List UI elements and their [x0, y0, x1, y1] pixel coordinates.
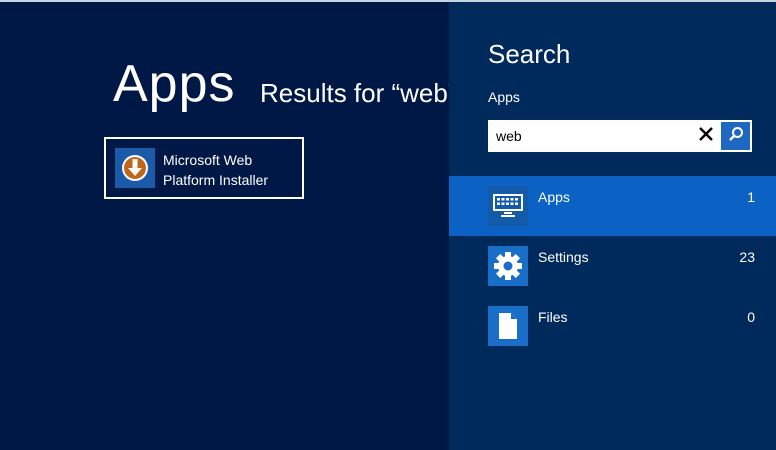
close-icon [698, 126, 714, 146]
category-count: 1 [747, 189, 755, 205]
results-subheading: Results for “web” [260, 78, 449, 108]
clear-search-button[interactable] [694, 124, 718, 148]
results-heading: Apps [113, 55, 236, 113]
search-box [488, 120, 752, 152]
category-label: Files [538, 309, 568, 325]
search-scope-label: Apps [488, 89, 520, 105]
category-label: Apps [538, 189, 570, 205]
category-label: Settings [538, 249, 589, 265]
search-pane-title: Search [488, 39, 571, 69]
search-button[interactable] [721, 122, 750, 150]
download-arrow-icon [115, 148, 155, 188]
category-count: 23 [739, 249, 755, 265]
results-view: Apps Results for “web” Microsoft Web Pla… [0, 2, 449, 450]
category-count: 0 [747, 309, 755, 325]
search-input[interactable] [496, 120, 696, 152]
category-files[interactable]: Files 0 [449, 296, 776, 356]
gear-icon [488, 246, 528, 286]
app-name-line2: Platform Installer [163, 172, 269, 188]
keyboard-icon [488, 186, 528, 226]
document-icon [488, 306, 528, 346]
app-result-web-platform-installer[interactable]: Microsoft Web Platform Installer [104, 137, 304, 199]
category-settings[interactable]: Settings 23 [449, 236, 776, 296]
category-apps[interactable]: Apps 1 [449, 176, 776, 236]
search-pane: Search Apps web Apps 1 Settings 23 Files… [449, 2, 776, 450]
app-name: Microsoft Web Platform Installer [163, 150, 268, 190]
app-name-line1: Microsoft Web [163, 152, 253, 168]
magnifier-icon [728, 126, 744, 146]
